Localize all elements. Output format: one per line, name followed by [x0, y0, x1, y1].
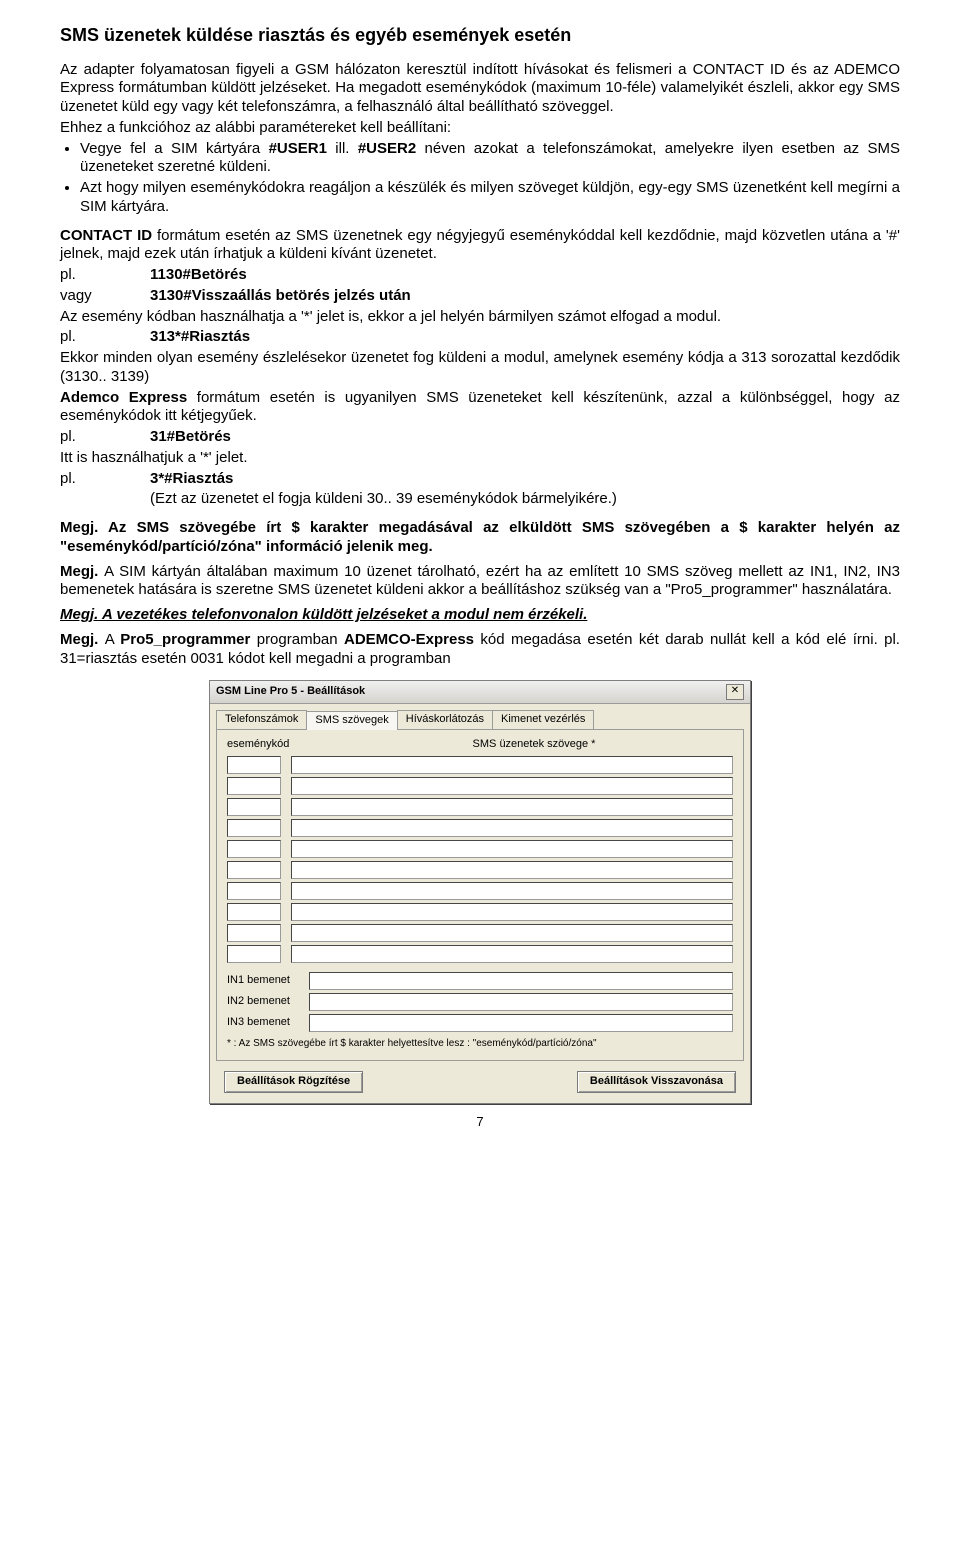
event-code-input[interactable] [227, 861, 281, 879]
tab-telefonszamok[interactable]: Telefonszámok [216, 710, 307, 729]
page-title: SMS üzenetek küldése riasztás és egyéb e… [60, 24, 900, 47]
list-item: Vegye fel a SIM kártyára #USER1 ill. #US… [80, 140, 900, 178]
dialog-footnote: * : Az SMS szövegébe írt $ karakter hely… [227, 1038, 733, 1051]
sms-text-input[interactable] [291, 798, 733, 816]
column-header: SMS üzenetek szövege * [335, 738, 733, 752]
paragraph: Ehhez a funkcióhoz az alábbi paraméterek… [60, 119, 900, 138]
example-line: vagy3130#Visszaállás betörés jelzés után [60, 287, 900, 306]
example-line: pl.31#Betörés [60, 428, 900, 447]
sms-text-input[interactable] [291, 882, 733, 900]
example-line: pl.313*#Riasztás [60, 328, 900, 347]
paragraph: Az adapter folyamatosan figyeli a GSM há… [60, 61, 900, 117]
example-line: pl.3*#Riasztás [60, 470, 900, 489]
tab-hivaskorlatozas[interactable]: Híváskorlátozás [397, 710, 493, 729]
paragraph: Ekkor minden olyan esemény észlelésekor … [60, 349, 900, 387]
event-code-input[interactable] [227, 798, 281, 816]
example-line: pl.1130#Betörés [60, 266, 900, 285]
list-item: Azt hogy milyen eseménykódokra reagáljon… [80, 179, 900, 217]
paragraph: Az esemény kódban használhatja a '*' jel… [60, 308, 900, 327]
tab-kimenet-vezerles[interactable]: Kimenet vezérlés [492, 710, 594, 729]
cancel-button[interactable]: Beállítások Visszavonása [577, 1071, 736, 1093]
sms-text-input[interactable] [291, 819, 733, 837]
sms-text-input[interactable] [291, 903, 733, 921]
input-label: IN2 bemenet [227, 995, 299, 1009]
tab-sms-szovegek[interactable]: SMS szövegek [306, 711, 397, 730]
sms-text-input[interactable] [291, 777, 733, 795]
sms-text-input[interactable] [309, 1014, 733, 1032]
event-code-input[interactable] [227, 882, 281, 900]
paragraph: CONTACT ID formátum esetén az SMS üzenet… [60, 227, 900, 265]
input-label: IN3 bemenet [227, 1016, 299, 1030]
event-code-input[interactable] [227, 756, 281, 774]
sms-text-input[interactable] [309, 972, 733, 990]
settings-dialog: GSM Line Pro 5 - Beállítások ✕ Telefonsz… [209, 680, 751, 1104]
page-number: 7 [60, 1114, 900, 1130]
dialog-title: GSM Line Pro 5 - Beállítások [216, 685, 365, 699]
event-code-input[interactable] [227, 840, 281, 858]
paragraph: Itt is használhatjuk a '*' jelet. [60, 449, 900, 468]
note-underlined: Megj. A vezetékes telefonvonalon küldött… [60, 606, 900, 625]
sms-text-input[interactable] [291, 756, 733, 774]
event-code-input[interactable] [227, 945, 281, 963]
note: Megj. A Pro5_programmer programban ADEMC… [60, 631, 900, 669]
sms-text-input[interactable] [291, 924, 733, 942]
note: Megj. A SIM kártyán általában maximum 10… [60, 563, 900, 601]
column-header: eseménykód [227, 738, 319, 752]
sms-text-input[interactable] [291, 840, 733, 858]
sms-text-input[interactable] [291, 861, 733, 879]
sms-text-input[interactable] [309, 993, 733, 1011]
event-code-input[interactable] [227, 777, 281, 795]
sms-text-input[interactable] [291, 945, 733, 963]
save-button[interactable]: Beállítások Rögzítése [224, 1071, 363, 1093]
note: Megj. Az SMS szövegébe írt $ karakter me… [60, 519, 900, 557]
paragraph: Ademco Express formátum esetén is ugyani… [60, 389, 900, 427]
event-code-input[interactable] [227, 924, 281, 942]
event-code-input[interactable] [227, 819, 281, 837]
close-icon[interactable]: ✕ [726, 684, 744, 700]
paragraph: (Ezt az üzenetet el fogja küldeni 30.. 3… [60, 490, 900, 509]
event-code-input[interactable] [227, 903, 281, 921]
input-label: IN1 bemenet [227, 974, 299, 988]
